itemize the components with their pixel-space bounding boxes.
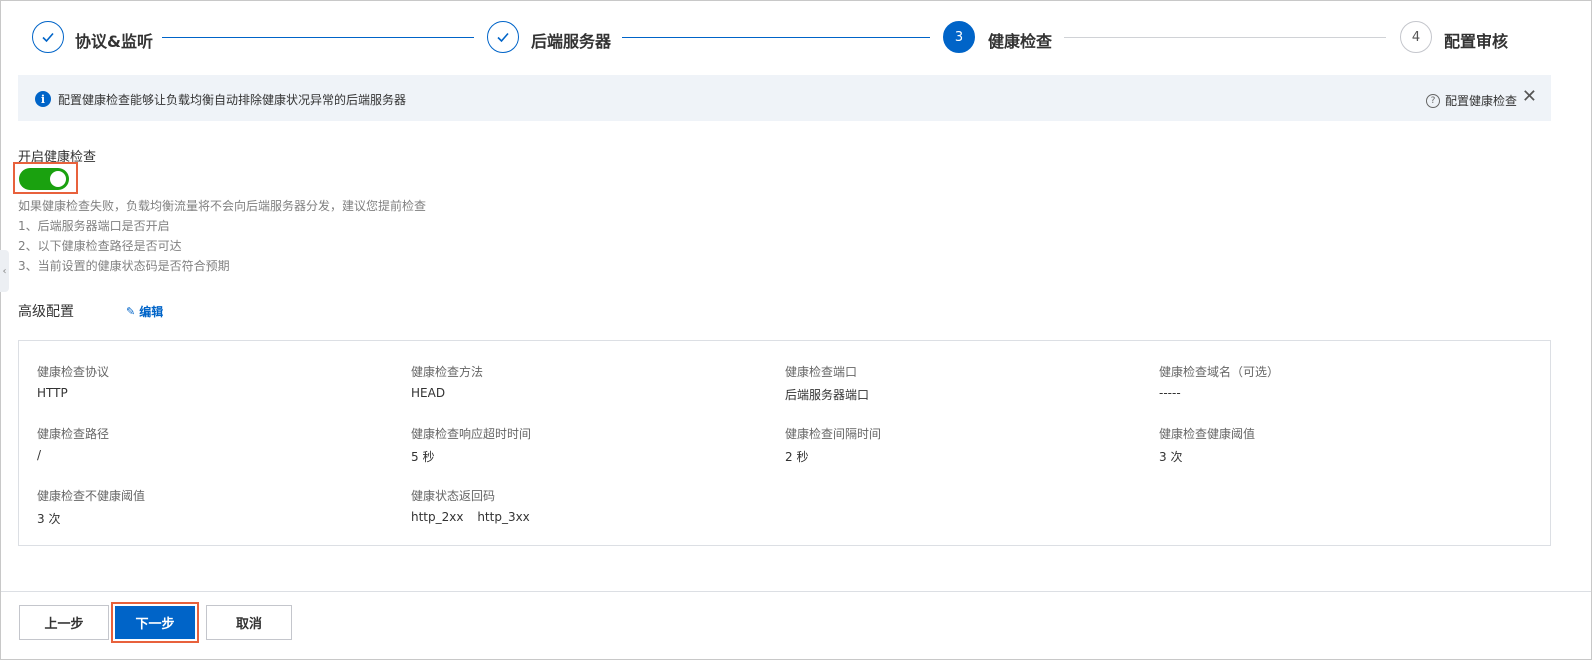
field-label: 健康检查健康阈值 — [1159, 427, 1256, 441]
field-label: 健康检查域名（可选） — [1159, 365, 1280, 379]
check-icon — [497, 32, 509, 43]
field-interval: 健康检查间隔时间 2 秒 — [785, 425, 881, 465]
advanced-config-panel: 健康检查协议 HTTP 健康检查方法 HEAD 健康检查端口 后端服务器端口 健… — [18, 340, 1551, 546]
toggle-knob — [50, 171, 66, 187]
info-icon: i — [35, 91, 51, 107]
step-1-label: 协议&监听 — [75, 32, 153, 51]
hint-line: 2、以下健康检查路径是否可达 — [18, 239, 182, 253]
field-label: 健康检查路径 — [37, 427, 110, 441]
field-domain: 健康检查域名（可选） ----- — [1159, 363, 1279, 400]
field-status-codes: 健康状态返回码 http_2xx http_3xx — [411, 487, 540, 524]
step-2-circle — [487, 21, 519, 53]
field-label: 健康检查端口 — [785, 365, 858, 379]
field-label: 健康检查不健康阈值 — [37, 489, 146, 503]
advanced-config-title: 高级配置 — [18, 304, 74, 320]
stepper: 协议&监听 后端服务器 3 健康检查 4 配置审核 — [32, 21, 1532, 55]
banner-message: 配置健康检查能够让负载均衡自动排除健康状况异常的后端服务器 — [58, 93, 407, 107]
step-connector — [1064, 37, 1386, 38]
field-value: 3 次 — [1159, 450, 1183, 464]
field-value: 5 秒 — [411, 450, 435, 464]
field-timeout: 健康检查响应超时时间 5 秒 — [411, 425, 531, 465]
field-value: ----- — [1159, 386, 1181, 400]
step-3-label: 健康检查 — [988, 32, 1053, 51]
check-icon — [42, 32, 54, 43]
hint-line: 3、当前设置的健康状态码是否符合预期 — [18, 259, 230, 273]
footer-bar: 上一步 下一步 取消 — [1, 591, 1591, 659]
field-label: 健康检查方法 — [411, 365, 484, 379]
field-value: http_2xx http_3xx — [411, 510, 540, 524]
step-connector — [622, 37, 930, 38]
field-method: 健康检查方法 HEAD — [411, 363, 483, 400]
field-value: HTTP — [37, 386, 68, 400]
field-protocol: 健康检查协议 HTTP — [37, 363, 109, 400]
chevron-left-icon: ‹ — [2, 265, 7, 277]
cancel-button[interactable]: 取消 — [206, 605, 292, 640]
status-code: http_2xx — [411, 510, 464, 524]
step-4-circle: 4 — [1400, 21, 1432, 53]
info-banner: i 配置健康检查能够让负载均衡自动排除健康状况异常的后端服务器 ? 配置健康检查… — [18, 75, 1551, 121]
help-link-label: 配置健康检查 — [1444, 94, 1517, 108]
hint-line: 1、后端服务器端口是否开启 — [18, 219, 170, 233]
field-healthy-threshold: 健康检查健康阈值 3 次 — [1159, 425, 1255, 465]
field-value: 后端服务器端口 — [785, 388, 870, 402]
field-value: / — [37, 448, 42, 462]
hint-line: 如果健康检查失败，负载均衡流量将不会向后端服务器分发，建议您提前检查 — [18, 199, 427, 213]
edit-button[interactable]: ✎ 编辑 — [126, 303, 163, 320]
pencil-icon: ✎ — [126, 305, 136, 318]
toggle-highlight — [13, 162, 78, 194]
next-button[interactable]: 下一步 — [115, 606, 195, 639]
step-2-label: 后端服务器 — [531, 32, 612, 51]
step-1-circle — [32, 21, 64, 53]
field-path: 健康检查路径 / — [37, 425, 109, 462]
step-3-circle: 3 — [943, 21, 975, 53]
field-value: 2 秒 — [785, 450, 809, 464]
close-icon[interactable]: ✕ — [1522, 88, 1537, 106]
field-port: 健康检查端口 后端服务器端口 — [785, 363, 869, 403]
next-button-highlight: 下一步 — [111, 602, 199, 643]
step-connector — [162, 37, 474, 38]
sidebar-collapse-handle[interactable]: ‹ — [0, 250, 9, 292]
status-code: http_3xx — [477, 510, 530, 524]
help-link[interactable]: ? 配置健康检查 — [1425, 92, 1517, 109]
field-label: 健康检查响应超时时间 — [411, 427, 532, 441]
field-unhealthy-threshold: 健康检查不健康阈值 3 次 — [37, 487, 145, 527]
health-check-toggle[interactable] — [19, 168, 69, 190]
field-label: 健康检查协议 — [37, 365, 110, 379]
question-icon: ? — [1425, 93, 1440, 108]
step-4-label: 配置审核 — [1444, 32, 1509, 51]
health-check-hints: 如果健康检查失败，负载均衡流量将不会向后端服务器分发，建议您提前检查 1、后端服… — [18, 196, 426, 276]
field-value: 3 次 — [37, 512, 61, 526]
field-value: HEAD — [411, 386, 446, 400]
field-label: 健康状态返回码 — [411, 489, 496, 503]
prev-button[interactable]: 上一步 — [19, 605, 109, 640]
edit-label: 编辑 — [139, 305, 164, 319]
field-label: 健康检查间隔时间 — [785, 427, 882, 441]
